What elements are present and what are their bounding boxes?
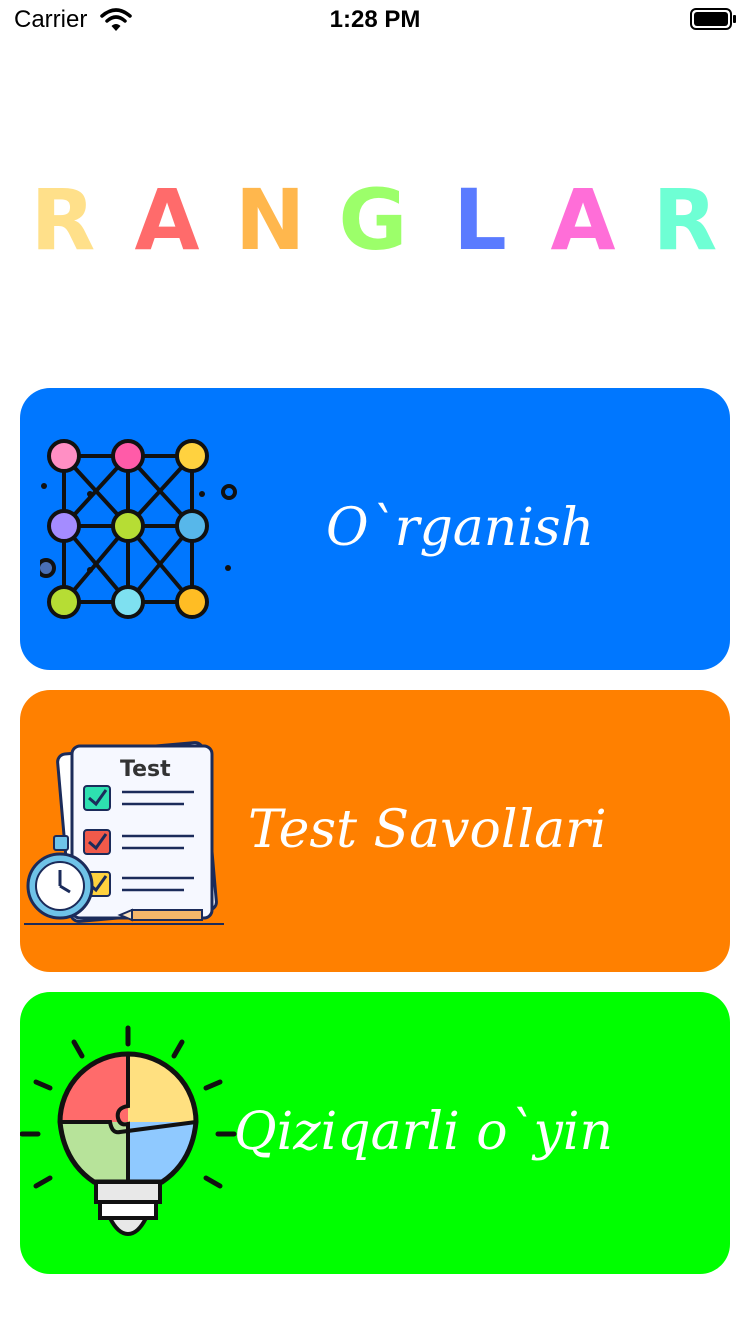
game-button[interactable]: Qiziqarli o`yin bbox=[20, 992, 730, 1274]
title-letter: R bbox=[652, 171, 718, 269]
learn-label: O`rganish bbox=[326, 498, 595, 558]
title-letter: A bbox=[134, 171, 200, 269]
clock: 1:28 PM bbox=[329, 6, 421, 33]
title-letter: N bbox=[235, 171, 306, 269]
app-title: R A N G L A R bbox=[20, 170, 730, 280]
status-bar: Carrier 1:28 PM bbox=[0, 0, 750, 40]
title-letter: A bbox=[550, 171, 616, 269]
test-button[interactable]: Test Test Savollari bbox=[20, 690, 730, 972]
title-letter: L bbox=[453, 171, 507, 269]
test-sheet-title: Test bbox=[120, 757, 171, 782]
test-sheet-icon: Test bbox=[24, 741, 224, 925]
battery-icon bbox=[690, 8, 736, 30]
title-letter: G bbox=[338, 171, 408, 269]
title-letter: R bbox=[30, 171, 96, 269]
test-label: Test Savollari bbox=[248, 800, 607, 860]
game-label: Qiziqarli o`yin bbox=[234, 1102, 614, 1162]
learn-button[interactable]: O`rganish bbox=[20, 388, 730, 670]
network-nodes-icon bbox=[40, 439, 237, 619]
puzzle-lightbulb-icon bbox=[20, 1025, 237, 1237]
